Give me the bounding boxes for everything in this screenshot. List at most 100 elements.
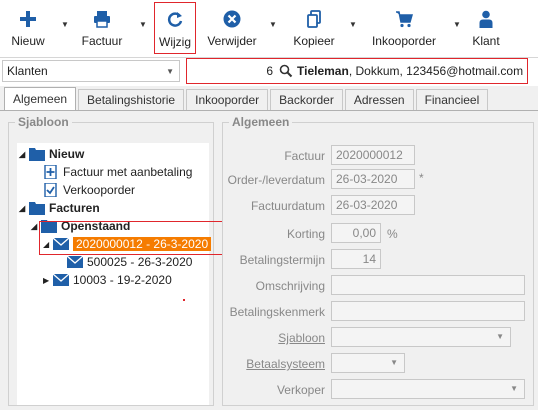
betalingstermijn-label: Betalingstermijn: [239, 253, 325, 267]
algemeen-group: Algemeen Factuur 2020000012 Order-/lever…: [222, 115, 534, 406]
korting-label: Korting: [286, 227, 325, 241]
wijzig-button[interactable]: Wijzig: [154, 2, 196, 54]
tree-node-nieuw[interactable]: ◢ Nieuw: [19, 145, 84, 163]
factuur-button[interactable]: Factuur: [78, 2, 126, 54]
tree-node-factuur-aanbetaling[interactable]: Factuur met aanbetaling: [43, 163, 192, 181]
nieuw-label: Nieuw: [11, 34, 45, 48]
sjabloon-select[interactable]: ▼: [331, 327, 511, 347]
tab-betalingshistorie[interactable]: Betalingshistorie: [78, 89, 185, 111]
type-select-value: Klanten: [7, 64, 48, 78]
verwijder-dropdown-icon[interactable]: ▼: [268, 20, 278, 32]
factuur-label: Factuur: [284, 149, 325, 163]
betaalsysteem-link[interactable]: Betaalsysteem: [246, 357, 325, 371]
factuurdatum-field[interactable]: 26-03-2020: [331, 195, 415, 215]
envelope-icon: [53, 273, 69, 286]
required-marker: *: [419, 171, 424, 185]
kopieer-label: Kopieer: [293, 34, 335, 48]
factuur-row: Factuur 2020000012: [223, 145, 533, 167]
tree-node-other-invoice[interactable]: ▶ 10003 - 19-2-2020: [43, 271, 172, 289]
nieuw-button[interactable]: Nieuw: [8, 2, 48, 54]
kopieer-button[interactable]: Kopieer: [292, 2, 336, 54]
order-row: Order-/leverdatum 26-03-2020 *: [223, 169, 533, 191]
sjabloon-tree: ◢ Nieuw Factuur met aanbetaling Verkoopo…: [17, 143, 227, 405]
sjabloon-group-title: Sjabloon: [15, 115, 72, 129]
verkoper-select[interactable]: ▼: [331, 379, 525, 399]
chevron-down-icon: ▼: [390, 358, 398, 367]
chevron-down-icon: ▼: [166, 67, 174, 76]
type-select[interactable]: Klanten ▼: [2, 60, 180, 82]
search-box: Tieleman, Dokkum, 123456@hotmail.com: [186, 58, 528, 84]
betaalsysteem-row: Betaalsysteem ▼: [223, 353, 533, 375]
factuur-field[interactable]: 2020000012: [331, 145, 415, 165]
tree-node-facturen[interactable]: ◢ Facturen: [19, 199, 100, 217]
cart-icon: [393, 8, 415, 30]
expand-icon[interactable]: ▶: [43, 276, 53, 285]
percent-sign: %: [387, 227, 398, 241]
refresh-icon: [164, 9, 186, 31]
korting-field[interactable]: 0,00: [331, 223, 381, 243]
verwijder-button[interactable]: Verwijder: [204, 2, 260, 54]
result-name: Tieleman: [297, 64, 349, 78]
tab-algemeen[interactable]: Algemeen: [4, 87, 77, 111]
tab-backorder[interactable]: Backorder: [270, 89, 343, 111]
folder-icon: [29, 202, 45, 215]
new-document-icon: [44, 165, 57, 179]
tree-node-label: Verkooporder: [63, 183, 136, 197]
tree-node-verkooporder[interactable]: Verkooporder: [43, 181, 135, 199]
chevron-down-icon: ▼: [510, 384, 518, 393]
sjabloon-group: Sjabloon ◢ Nieuw Factuur met aanbetaling…: [8, 115, 227, 406]
inkooporder-button[interactable]: Inkooporder: [370, 2, 438, 54]
delete-icon: [221, 8, 243, 30]
verwijder-label: Verwijder: [207, 34, 257, 48]
filter-row: Klanten ▼ Tieleman, Dokkum, 123456@hotma…: [0, 58, 538, 86]
highlight-box: [39, 221, 227, 255]
sjabloon-link[interactable]: Sjabloon: [278, 331, 325, 345]
printer-icon: [91, 8, 113, 30]
tree-node-label: 10003 - 19-2-2020: [73, 273, 172, 287]
copy-icon: [303, 8, 325, 30]
tab-bar: Algemeen Betalingshistorie Inkooporder B…: [4, 87, 490, 111]
tree-node-label: 500025 - 26-3-2020: [87, 255, 193, 269]
betalingskenmerk-row: Betalingskenmerk: [223, 301, 533, 323]
omschrijving-field[interactable]: [331, 275, 525, 295]
verkoper-row: Verkoper ▼: [223, 379, 533, 401]
search-icon[interactable]: [279, 64, 293, 78]
inkooporder-label: Inkooporder: [371, 34, 437, 48]
klant-label: Klant: [472, 34, 500, 48]
omschrijving-row: Omschrijving: [223, 275, 533, 297]
factuur-dropdown-icon[interactable]: ▼: [138, 20, 148, 32]
tree-node-child-invoice[interactable]: 500025 - 26-3-2020: [67, 253, 192, 271]
person-icon: [475, 8, 497, 30]
betaalsysteem-select[interactable]: ▼: [331, 353, 405, 373]
omschrijving-label: Omschrijving: [255, 279, 325, 293]
betalingstermijn-field[interactable]: 14: [331, 249, 381, 269]
tab-adressen[interactable]: Adressen: [344, 89, 414, 111]
nieuw-dropdown-icon[interactable]: ▼: [60, 20, 70, 32]
collapse-icon[interactable]: ◢: [19, 204, 29, 213]
check-document-icon: [44, 183, 57, 197]
tree-node-label: Nieuw: [49, 147, 85, 161]
tab-financieel[interactable]: Financieel: [415, 89, 489, 111]
kopieer-dropdown-icon[interactable]: ▼: [348, 20, 358, 32]
result-details: , Dokkum, 123456@hotmail.com: [348, 64, 524, 78]
collapse-icon[interactable]: ◢: [19, 150, 29, 159]
inkooporder-dropdown-icon[interactable]: ▼: [452, 20, 462, 32]
factuur-label: Factuur: [81, 34, 123, 48]
search-result: Tieleman, Dokkum, 123456@hotmail.com: [297, 64, 523, 78]
tree-node-label: Facturen: [49, 201, 100, 215]
verkoper-label: Verkoper: [276, 383, 325, 397]
algemeen-group-title: Algemeen: [229, 115, 293, 129]
klant-button[interactable]: Klant: [470, 2, 502, 54]
sjabloon-row: Sjabloon ▼: [223, 327, 533, 349]
tab-inkooporder[interactable]: Inkooporder: [186, 89, 269, 111]
plus-icon: [17, 8, 39, 30]
tree-node-label: Factuur met aanbetaling: [63, 165, 193, 179]
factuurdatum-row: Factuurdatum 26-03-2020: [223, 195, 533, 217]
betalingstermijn-row: Betalingstermijn 14: [223, 249, 533, 271]
search-input[interactable]: [187, 59, 277, 83]
betalingskenmerk-label: Betalingskenmerk: [229, 305, 325, 319]
betalingskenmerk-field[interactable]: [331, 301, 525, 321]
envelope-icon: [67, 255, 83, 268]
order-date-field[interactable]: 26-03-2020: [331, 169, 415, 189]
order-label: Order-/leverdatum: [227, 173, 325, 187]
